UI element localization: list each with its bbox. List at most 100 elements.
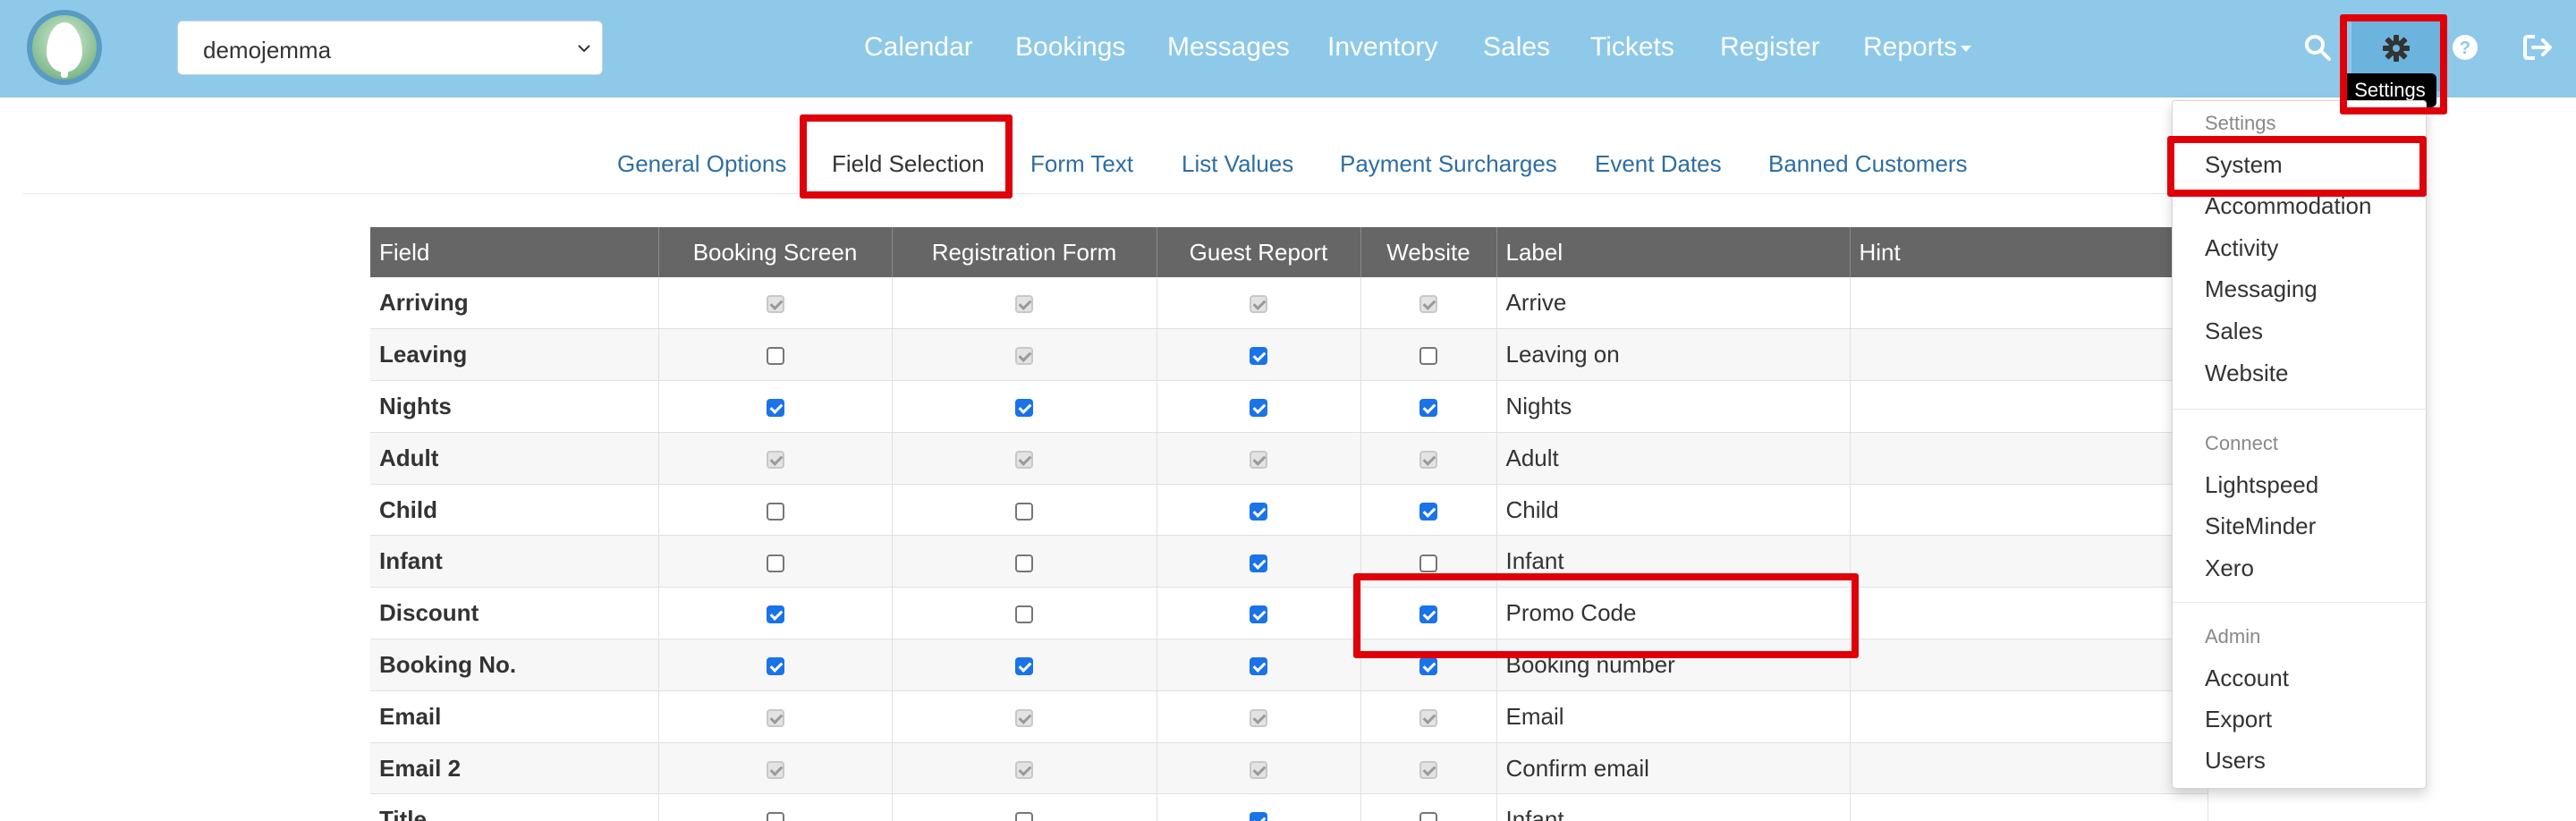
field-name-cell: Booking No. [370, 639, 659, 691]
guest-checkbox[interactable] [1250, 399, 1267, 418]
label-cell[interactable]: Email [1496, 690, 1851, 743]
logo-stem [61, 63, 68, 78]
booking-cell [658, 639, 893, 691]
label-cell[interactable]: Leaving on [1496, 328, 1851, 382]
menu-item-account[interactable]: Account [2205, 664, 2289, 692]
menu-item-siteminder[interactable]: SiteMinder [2205, 512, 2316, 540]
table-row: Email 2 Confirm email [370, 742, 2208, 795]
guest-checkbox[interactable] [1250, 605, 1267, 624]
booking-checkbox[interactable] [766, 812, 784, 821]
nav-reports[interactable]: Reports [1863, 32, 1972, 63]
registration-checkbox[interactable] [1015, 657, 1033, 676]
booking-checkbox[interactable] [766, 605, 784, 624]
table-row: Leaving Leaving on [370, 328, 2208, 382]
registration-cell [892, 793, 1157, 821]
label-cell[interactable]: Adult [1496, 432, 1851, 485]
tab-event-dates[interactable]: Event Dates [1595, 150, 1722, 178]
guest-checkbox[interactable] [1250, 812, 1267, 821]
nav-tickets[interactable]: Tickets [1590, 32, 1674, 63]
hint-cell[interactable] [1850, 535, 2208, 588]
logout-icon[interactable] [2522, 33, 2553, 62]
registration-checkbox[interactable] [1015, 399, 1033, 418]
guest-cell [1157, 690, 1361, 743]
guest-checkbox[interactable] [1250, 657, 1267, 676]
nav-bookings[interactable]: Bookings [1015, 32, 1125, 63]
nav-inventory[interactable]: Inventory [1327, 32, 1437, 63]
label-cell[interactable]: Nights [1496, 380, 1851, 433]
guest-checkbox[interactable] [1250, 347, 1267, 366]
col-header-guest-report: Guest Report [1157, 227, 1361, 277]
hint-cell[interactable] [1850, 690, 2208, 743]
menu-item-lightspeed[interactable]: Lightspeed [2205, 471, 2318, 499]
hint-cell[interactable] [1850, 639, 2208, 691]
chevron-down-icon [578, 45, 590, 53]
label-cell[interactable]: Infant [1496, 535, 1851, 588]
booking-checkbox[interactable] [766, 657, 784, 676]
tab-field-selection[interactable]: Field Selection [832, 150, 985, 178]
label-cell[interactable]: Promo Code [1496, 587, 1851, 640]
registration-cell [892, 639, 1157, 691]
hint-cell[interactable] [1850, 484, 2208, 537]
menu-item-sales[interactable]: Sales [2205, 317, 2263, 345]
nav-calendar[interactable]: Calendar [864, 32, 973, 63]
tab-form-text[interactable]: Form Text [1030, 150, 1133, 178]
field-name-cell: Leaving [370, 328, 659, 382]
nav-register[interactable]: Register [1720, 32, 1820, 63]
registration-cell [892, 587, 1157, 640]
hint-cell[interactable] [1850, 380, 2208, 433]
menu-item-accommodation[interactable]: Accommodation [2205, 192, 2371, 220]
website-checkbox[interactable] [1419, 812, 1437, 821]
website-checkbox[interactable] [1419, 657, 1437, 676]
hint-cell[interactable] [1850, 587, 2208, 640]
hint-cell[interactable] [1850, 742, 2208, 795]
nav-sales[interactable]: Sales [1483, 32, 1550, 63]
label-cell[interactable]: Booking number [1496, 639, 1851, 691]
menu-item-export[interactable]: Export [2205, 706, 2272, 733]
menu-item-activity[interactable]: Activity [2205, 234, 2278, 262]
menu-item-website[interactable]: Website [2205, 360, 2288, 387]
website-checkbox[interactable] [1419, 347, 1437, 366]
website-checkbox [1419, 760, 1437, 779]
website-checkbox[interactable] [1419, 502, 1437, 521]
registration-checkbox[interactable] [1015, 812, 1033, 821]
search-icon[interactable] [2302, 32, 2333, 63]
help-icon[interactable]: ? [2451, 33, 2479, 62]
tab-banned-customers[interactable]: Banned Customers [1768, 150, 1968, 178]
app-logo[interactable] [27, 10, 102, 85]
hint-cell[interactable] [1850, 432, 2208, 485]
booking-checkbox[interactable] [766, 347, 784, 366]
hint-cell[interactable] [1850, 277, 2208, 330]
registration-checkbox[interactable] [1015, 502, 1033, 521]
label-cell[interactable]: Child [1496, 484, 1851, 537]
registration-checkbox [1015, 450, 1033, 469]
website-checkbox[interactable] [1419, 554, 1437, 572]
booking-cell [658, 380, 893, 433]
website-checkbox[interactable] [1419, 399, 1437, 418]
booking-checkbox[interactable] [766, 554, 784, 572]
booking-checkbox[interactable] [766, 502, 784, 521]
menu-item-system[interactable]: System [2205, 151, 2283, 179]
tab-payment-surcharges[interactable]: Payment Surcharges [1340, 150, 1557, 178]
nav-messages[interactable]: Messages [1167, 32, 1290, 63]
site-selector[interactable]: demojemma [177, 21, 603, 75]
registration-checkbox[interactable] [1015, 605, 1033, 624]
hint-cell[interactable] [1850, 328, 2208, 382]
hint-cell[interactable] [1850, 793, 2208, 821]
label-cell[interactable]: Confirm email [1496, 742, 1851, 795]
website-checkbox[interactable] [1419, 605, 1437, 624]
website-checkbox [1419, 295, 1437, 314]
booking-checkbox[interactable] [766, 399, 784, 418]
registration-checkbox [1015, 347, 1033, 366]
gear-icon [2383, 35, 2410, 62]
guest-checkbox[interactable] [1250, 502, 1267, 521]
label-cell[interactable]: Infant [1496, 793, 1851, 821]
registration-checkbox[interactable] [1015, 554, 1033, 572]
tab-list-values[interactable]: List Values [1182, 150, 1293, 178]
tab-general-options[interactable]: General Options [617, 150, 786, 178]
label-cell[interactable]: Arrive [1496, 277, 1851, 330]
menu-item-messaging[interactable]: Messaging [2205, 275, 2318, 303]
menu-divider [2173, 409, 2428, 410]
menu-item-users[interactable]: Users [2205, 747, 2266, 774]
guest-checkbox[interactable] [1250, 554, 1267, 572]
menu-item-xero[interactable]: Xero [2205, 554, 2254, 582]
